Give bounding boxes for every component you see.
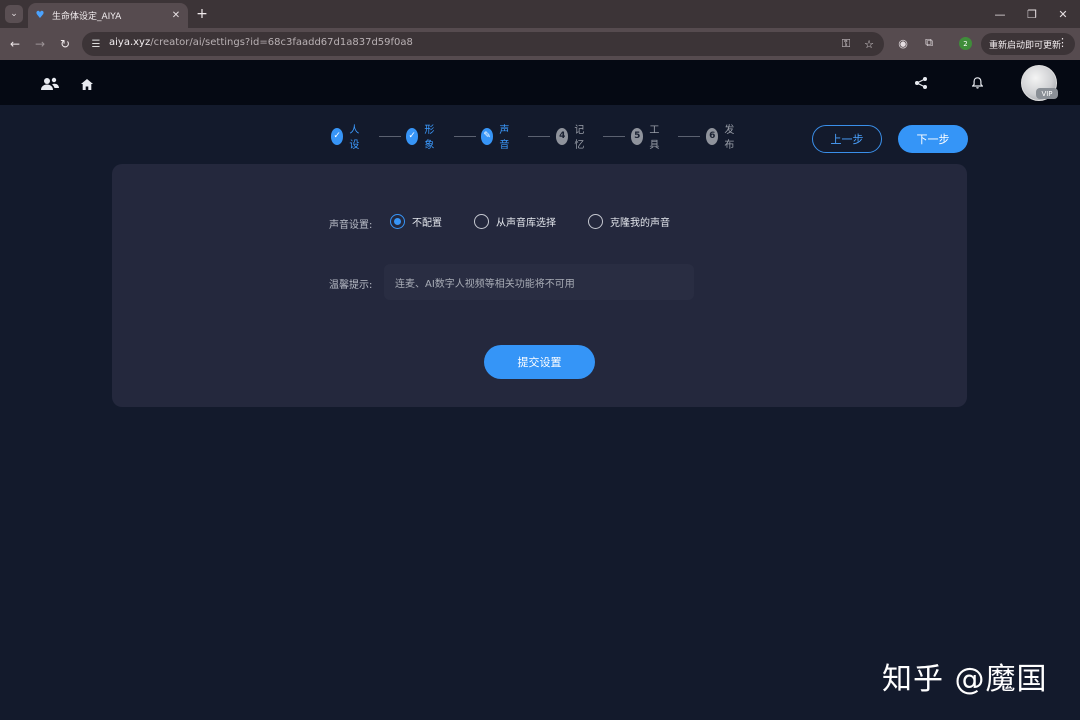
- step-number: 4: [556, 127, 569, 145]
- tab-title: 生命体设定_AIYA: [52, 12, 122, 22]
- radio-no-config[interactable]: 不配置: [390, 214, 442, 229]
- back-icon[interactable]: ←: [6, 35, 24, 53]
- radio-label: 从声音库选择: [496, 218, 556, 229]
- step-connector: [454, 136, 476, 137]
- step-memory[interactable]: 4 记忆: [556, 125, 589, 151]
- radio-unchecked-icon: [588, 214, 603, 229]
- browser-tab-bar: ⌄ ♥ 生命体设定_AIYA ✕ + — ❐ ✕: [0, 0, 1080, 28]
- step-connector: [528, 136, 550, 137]
- heart-favicon-icon: ♥: [35, 10, 45, 21]
- radio-clone-voice[interactable]: 克隆我的声音: [588, 214, 670, 229]
- radio-checked-icon: [390, 214, 405, 229]
- url-text[interactable]: aiya.xyz/creator/ai/settings?id=68c3faad…: [109, 37, 413, 48]
- password-key-icon[interactable]: ⚿: [838, 36, 854, 52]
- new-tab-plus-icon[interactable]: +: [194, 6, 210, 22]
- restore-icon[interactable]: ❐: [1024, 6, 1040, 22]
- step-check-icon: ✓: [331, 127, 344, 145]
- step-check-icon: ✓: [406, 127, 419, 145]
- home-icon[interactable]: [79, 77, 94, 91]
- window-close-icon[interactable]: ✕: [1055, 6, 1071, 22]
- step-connector: [379, 136, 401, 137]
- bell-icon[interactable]: [970, 75, 985, 90]
- radio-label: 克隆我的声音: [610, 218, 670, 229]
- step-number: 6: [706, 127, 719, 145]
- radio-unchecked-icon: [474, 214, 489, 229]
- watermark: 知乎 @魔国: [882, 662, 1048, 697]
- update-button[interactable]: 重新启动即可更新 ⋮: [981, 33, 1075, 55]
- step-number: 5: [631, 127, 644, 145]
- step-voice[interactable]: ✎ 声音: [481, 125, 514, 151]
- step-edit-icon: ✎: [481, 127, 494, 145]
- prev-step-button[interactable]: 上一步: [812, 125, 882, 153]
- profile-avatar[interactable]: 2: [959, 37, 972, 50]
- site-settings-icon[interactable]: ☰: [88, 36, 104, 52]
- next-step-button[interactable]: 下一步: [898, 125, 968, 153]
- step-label: 发布: [724, 125, 735, 151]
- star-icon[interactable]: ☆: [861, 36, 877, 52]
- step-connector: [678, 136, 700, 137]
- step-label: 声音: [499, 125, 510, 151]
- step-appearance[interactable]: ✓ 形象: [406, 125, 439, 151]
- step-label: 工具: [649, 125, 660, 151]
- voice-settings-label: 声音设置:: [329, 220, 373, 231]
- submit-settings-button[interactable]: 提交设置: [484, 345, 595, 379]
- step-connector: [603, 136, 625, 137]
- radio-voice-library[interactable]: 从声音库选择: [474, 214, 556, 229]
- browser-toolbar: ← → ↻ ☰ aiya.xyz/creator/ai/settings?id=…: [0, 28, 1080, 60]
- vip-badge: VIP: [1036, 88, 1058, 99]
- step-label: 记忆: [574, 125, 585, 151]
- address-bar[interactable]: ☰ aiya.xyz/creator/ai/settings?id=68c3fa…: [82, 32, 884, 56]
- puzzle-icon[interactable]: ⧉: [921, 35, 937, 51]
- reload-icon[interactable]: ↻: [56, 35, 74, 53]
- minimize-icon[interactable]: —: [992, 6, 1008, 22]
- forward-icon[interactable]: →: [31, 35, 49, 53]
- tab-close-icon[interactable]: ✕: [170, 10, 182, 22]
- step-tools[interactable]: 5 工具: [631, 125, 664, 151]
- step-publish[interactable]: 6 发布: [706, 125, 739, 151]
- step-persona[interactable]: ✓ 人设: [331, 125, 364, 151]
- radio-label: 不配置: [412, 218, 442, 229]
- step-label: 人设: [349, 125, 360, 151]
- share-icon[interactable]: [913, 75, 928, 90]
- more-icon[interactable]: ⋮: [1057, 36, 1068, 49]
- tip-box: 连麦、AI数字人视频等相关功能将不可用: [384, 264, 694, 300]
- step-label: 形象: [424, 125, 435, 151]
- tip-label: 温馨提示:: [329, 280, 373, 291]
- browser-tab[interactable]: ♥ 生命体设定_AIYA ✕: [28, 3, 188, 28]
- update-button-label: 重新启动即可更新: [989, 40, 1062, 51]
- extension-icon[interactable]: ◉: [895, 35, 911, 51]
- users-icon[interactable]: [40, 75, 60, 93]
- tab-list-icon[interactable]: ⌄: [5, 5, 23, 23]
